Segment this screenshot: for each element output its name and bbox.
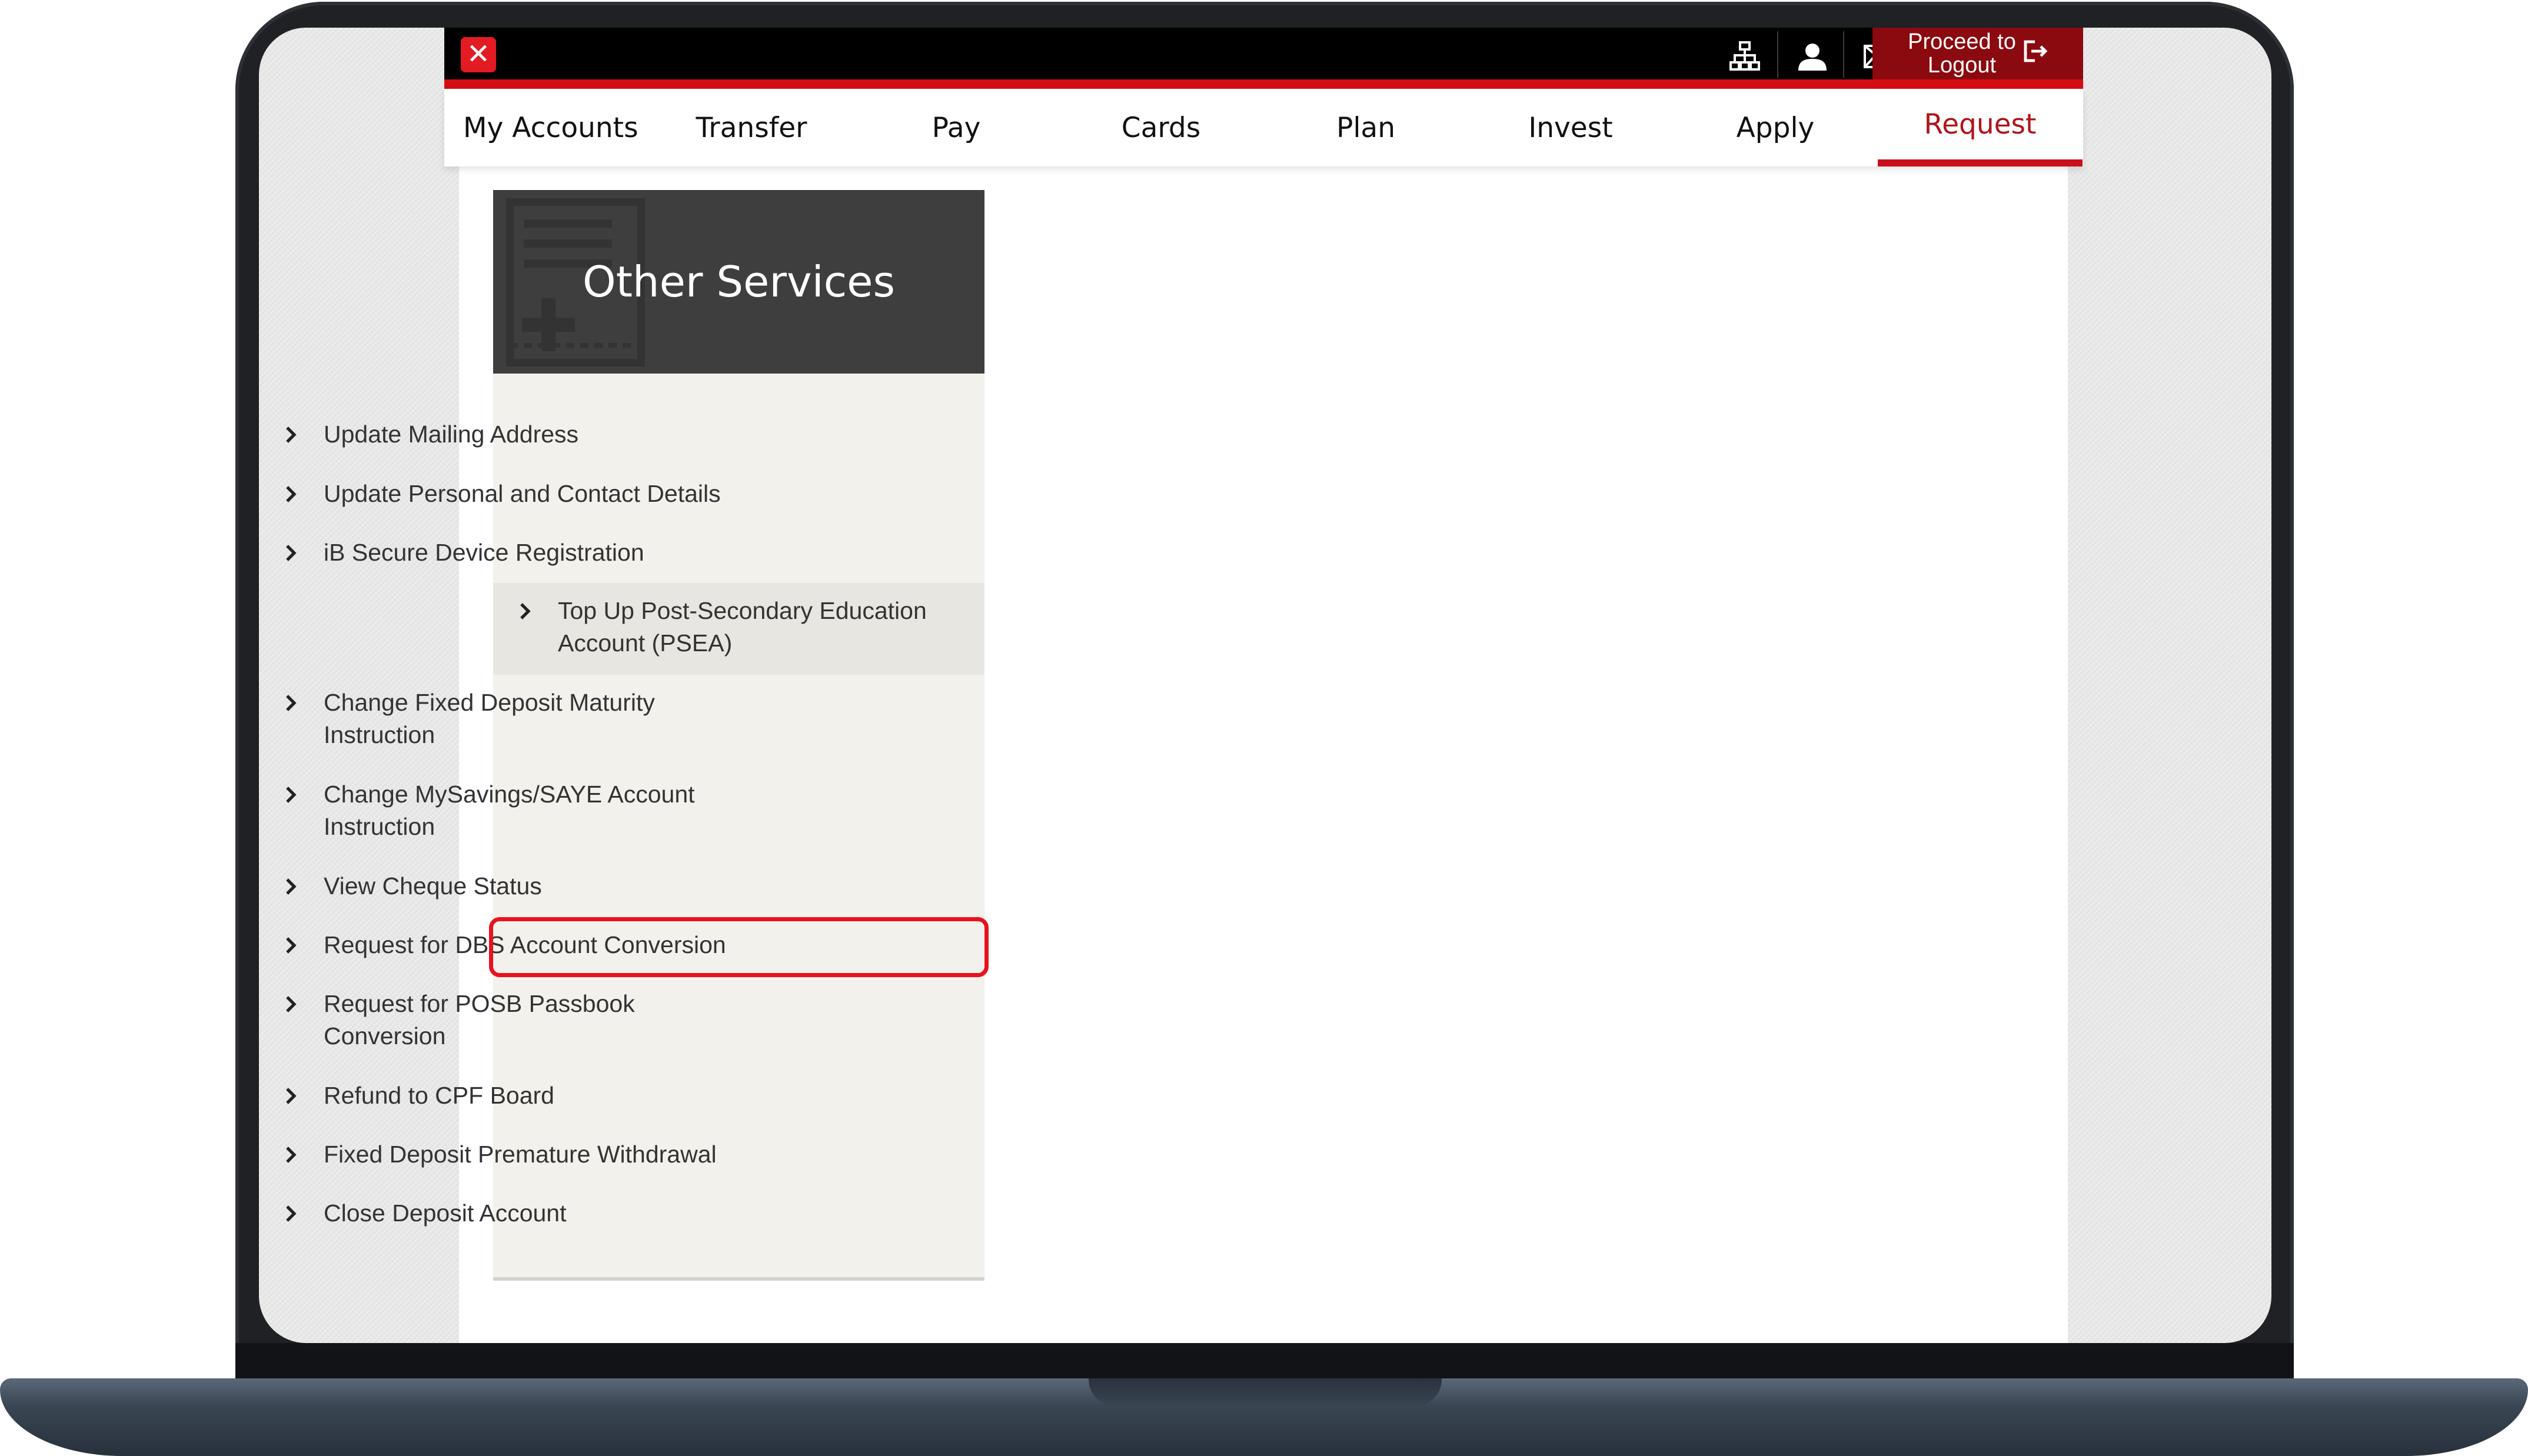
sidebar-item-top-up-psea[interactable]: Top Up Post-Secondary Education Account …	[493, 583, 984, 675]
sidebar-item-change-fd-maturity[interactable]: Change Fixed Deposit Maturity Instructio…	[259, 687, 750, 763]
screen: ✕ Proceed to Logout My Accounts Transfer…	[259, 28, 2271, 1343]
nav-apply[interactable]: Apply	[1673, 89, 1878, 166]
nav-cards[interactable]: Cards	[1059, 89, 1263, 166]
chevron-right-icon	[259, 478, 324, 502]
chevron-right-icon	[259, 1079, 324, 1104]
nav-plan[interactable]: Plan	[1263, 89, 1468, 166]
nav-request[interactable]: Request	[1878, 89, 2083, 166]
sidebar-item-label: View Cheque Status	[324, 872, 542, 899]
highlight-annotation	[489, 917, 989, 977]
nav-pay[interactable]: Pay	[854, 89, 1059, 166]
sidebar-item-label: Update Personal and Contact Details	[324, 480, 721, 507]
sidebar-item-refund-cpf[interactable]: Refund to CPF Board	[259, 1079, 750, 1123]
logout-label-line2: Logout	[1927, 53, 1997, 78]
sidebar-header: Other Services	[493, 190, 984, 374]
laptop-base-notch	[1089, 1378, 1442, 1406]
bank-logo[interactable]: ✕	[461, 37, 496, 72]
sidebar-item-fd-premature-withdrawal[interactable]: Fixed Deposit Premature Withdrawal	[259, 1138, 750, 1182]
sidebar-item-update-mailing-address[interactable]: Update Mailing Address	[259, 418, 750, 462]
chevron-right-icon	[259, 988, 324, 1012]
sidebar-item-label: Refund to CPF Board	[324, 1082, 554, 1109]
sidebar-item-ib-secure-device[interactable]: iB Secure Device Registration	[259, 537, 750, 580]
sidebar-item-label: Top Up Post-Secondary Education	[558, 597, 927, 624]
top-divider	[1843, 31, 1844, 78]
sidebar-item-label: Account (PSEA)	[558, 629, 733, 657]
sidebar-item-view-cheque-status[interactable]: View Cheque Status	[259, 870, 750, 914]
chevron-right-icon	[493, 595, 558, 619]
main-nav: My Accounts Transfer Pay Cards Plan Inve…	[444, 89, 2083, 166]
chevron-right-icon	[259, 778, 324, 803]
sidebar-item-change-mysavings[interactable]: Change MySavings/SAYE Account Instructio…	[259, 778, 750, 855]
sidebar-item-label: Instruction	[324, 813, 435, 840]
nav-my-accounts[interactable]: My Accounts	[444, 89, 649, 166]
top-bar-accent-line	[444, 79, 2083, 89]
chevron-right-icon	[259, 537, 324, 561]
sidebar-item-label: Instruction	[324, 721, 435, 748]
nav-invest[interactable]: Invest	[1468, 89, 1673, 166]
sidebar-title: Other Services	[583, 257, 895, 306]
chevron-right-icon	[259, 1197, 324, 1222]
sidebar-item-close-deposit-account[interactable]: Close Deposit Account	[259, 1197, 750, 1241]
user-icon[interactable]	[1792, 36, 1833, 77]
chevron-right-icon	[259, 687, 324, 711]
sitemap-icon[interactable]	[1724, 36, 1765, 77]
sidebar-item-label: iB Secure Device Registration	[324, 539, 644, 566]
top-divider	[1777, 31, 1778, 78]
laptop-chin	[235, 1343, 2294, 1381]
sidebar-item-label: Fixed Deposit Premature Withdrawal	[324, 1141, 717, 1168]
sidebar-item-label: Close Deposit Account	[324, 1200, 567, 1227]
top-bar	[444, 28, 2083, 79]
logout-icon	[2022, 38, 2048, 69]
chevron-right-icon	[259, 1138, 324, 1163]
sidebar-item-posb-passbook-conversion[interactable]: Request for POSB Passbook Conversion	[259, 988, 750, 1064]
sidebar-item-label: Change MySavings/SAYE Account	[324, 781, 695, 808]
chevron-right-icon	[259, 870, 324, 895]
nav-transfer[interactable]: Transfer	[649, 89, 854, 166]
sidebar-item-label: Request for POSB Passbook	[324, 990, 635, 1017]
chevron-right-icon	[259, 929, 324, 954]
sidebar-item-label: Update Mailing Address	[324, 421, 579, 448]
sidebar-item-label: Conversion	[324, 1022, 446, 1049]
chevron-right-icon	[259, 418, 324, 443]
sidebar-item-update-personal-details[interactable]: Update Personal and Contact Details	[259, 478, 750, 521]
sidebar-item-label: Change Fixed Deposit Maturity	[324, 689, 655, 716]
logout-button[interactable]: Proceed to Logout	[1872, 28, 2083, 79]
logout-label-line1: Proceed to	[1908, 29, 2016, 54]
